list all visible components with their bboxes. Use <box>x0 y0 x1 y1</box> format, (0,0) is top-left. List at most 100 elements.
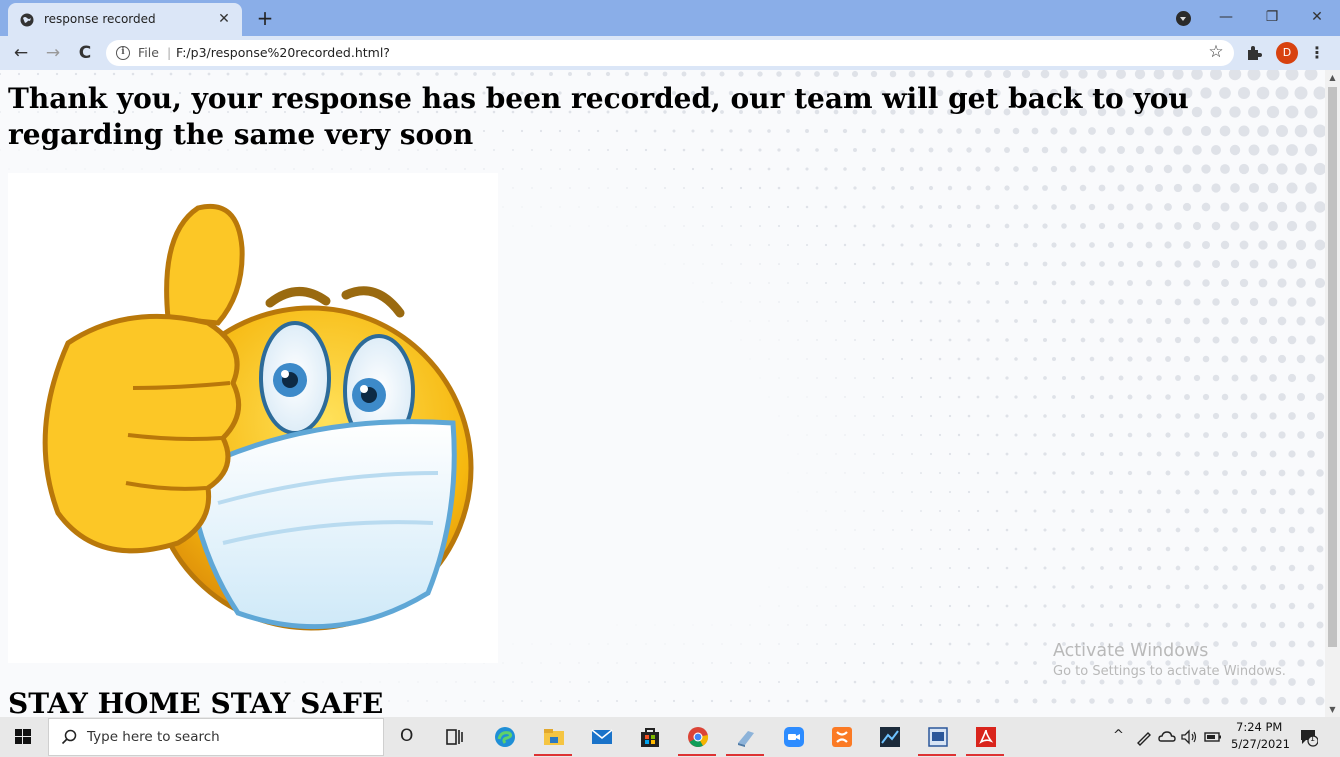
minimize-button[interactable]: — <box>1206 4 1246 30</box>
xampp-icon[interactable] <box>830 725 854 749</box>
background-dot <box>578 662 580 664</box>
background-dot <box>929 680 933 684</box>
background-dot <box>1090 585 1094 589</box>
forward-button[interactable]: → <box>40 40 66 66</box>
onedrive-cloud-icon[interactable] <box>1157 727 1177 747</box>
background-dot <box>797 643 799 645</box>
background-dot <box>966 223 972 229</box>
background-dot <box>284 681 286 683</box>
background-dot <box>1240 469 1248 477</box>
background-dot <box>1156 413 1162 419</box>
new-tab-button[interactable]: + <box>253 6 277 30</box>
background-dot <box>1211 183 1221 193</box>
background-dot <box>787 662 789 664</box>
background-dot <box>797 567 799 569</box>
extensions-puzzle-icon[interactable] <box>1244 43 1264 63</box>
tab-response-recorded[interactable]: response recorded ✕ <box>8 3 242 36</box>
background-dot <box>502 168 504 170</box>
background-dot <box>1051 356 1057 362</box>
background-dot <box>1032 280 1038 286</box>
volume-icon[interactable] <box>1179 727 1199 747</box>
background-dot <box>882 472 884 474</box>
background-dot <box>1032 204 1038 210</box>
file-explorer-icon[interactable] <box>542 725 566 749</box>
background-dot <box>1240 355 1248 363</box>
scroll-up-arrow[interactable]: ▲ <box>1325 70 1340 85</box>
background-dot <box>1100 490 1104 494</box>
back-button[interactable]: ← <box>8 40 34 66</box>
background-dot <box>891 224 895 228</box>
reload-button[interactable]: C <box>72 40 98 66</box>
task-view-icon[interactable] <box>442 725 466 749</box>
edge-icon[interactable] <box>493 725 517 749</box>
mail-icon[interactable] <box>590 725 614 749</box>
background-dot <box>778 263 780 265</box>
background-dot <box>1100 528 1104 532</box>
tab-close-button[interactable]: ✕ <box>214 9 234 29</box>
background-dot <box>388 700 390 702</box>
background-dot <box>426 700 428 702</box>
site-info-icon[interactable]: i <box>116 46 130 60</box>
background-dot <box>956 166 962 172</box>
background-dot <box>1297 621 1305 629</box>
acrobat-icon[interactable] <box>974 725 998 749</box>
tab-search-icon[interactable] <box>1176 11 1191 26</box>
bookmark-star-icon[interactable]: ☆ <box>1206 40 1226 64</box>
background-dot <box>956 204 962 210</box>
background-dot <box>900 205 904 209</box>
clock-time[interactable]: 7:24 PM <box>1236 720 1282 734</box>
background-dot <box>911 491 913 493</box>
store-icon[interactable] <box>638 725 662 749</box>
background-dot <box>1202 393 1210 401</box>
background-dot <box>616 700 618 702</box>
background-dot <box>919 395 923 399</box>
pen-icon[interactable] <box>1134 727 1154 747</box>
notifications-icon[interactable]: 1 <box>1298 727 1319 747</box>
background-dot <box>1043 566 1047 570</box>
background-dot <box>1004 261 1010 267</box>
background-dot <box>853 680 857 684</box>
background-dot <box>882 510 884 512</box>
cortana-icon[interactable]: O <box>400 726 413 746</box>
restore-button[interactable]: ❐ <box>1252 4 1292 30</box>
background-dot <box>1316 583 1324 591</box>
background-dot <box>1023 185 1029 191</box>
scroll-thumb[interactable] <box>1328 87 1337 647</box>
word-icon[interactable] <box>926 725 950 749</box>
background-dot <box>1231 412 1239 420</box>
background-dot <box>492 72 496 76</box>
background-dot <box>994 698 1000 704</box>
chrome-icon[interactable] <box>686 725 710 749</box>
background-dot <box>702 187 704 189</box>
address-bar[interactable]: i File | F:/p3/response%20recorded.html? <box>106 40 1234 66</box>
browser-menu-icon[interactable]: ⋮ <box>1309 42 1325 64</box>
profile-avatar[interactable]: D <box>1276 42 1298 64</box>
battery-icon[interactable] <box>1203 727 1223 747</box>
background-dot <box>1042 223 1048 229</box>
taskbar-search-input[interactable]: Type here to search <box>48 718 384 756</box>
background-dot <box>768 244 770 246</box>
background-dot <box>929 642 933 646</box>
photo-editor-icon[interactable] <box>878 725 902 749</box>
background-dot <box>1260 584 1266 590</box>
zoom-icon[interactable] <box>782 725 806 749</box>
background-dot <box>1184 470 1190 476</box>
book-app-icon[interactable] <box>734 725 758 749</box>
url-text[interactable]: F:/p3/response%20recorded.html? <box>176 45 390 60</box>
watermark-subtitle: Go to Settings to activate Windows. <box>1053 664 1286 679</box>
clock-date[interactable]: 5/27/2021 <box>1231 737 1290 751</box>
close-window-button[interactable]: ✕ <box>1297 4 1337 30</box>
background-dot <box>1005 680 1009 684</box>
background-dot <box>787 472 789 474</box>
background-dot <box>1164 317 1172 325</box>
background-dot <box>995 623 999 627</box>
background-dot <box>892 529 894 531</box>
vertical-scrollbar[interactable]: ▲ ▼ <box>1325 70 1340 717</box>
background-dot <box>901 510 903 512</box>
background-dot <box>1156 489 1162 495</box>
background-dot <box>1071 509 1075 513</box>
background-dot <box>1163 164 1173 174</box>
windows-start-icon[interactable] <box>0 717 46 757</box>
show-hidden-icons-chevron[interactable]: ^ <box>1113 728 1124 743</box>
scroll-down-arrow[interactable]: ▼ <box>1325 702 1340 717</box>
